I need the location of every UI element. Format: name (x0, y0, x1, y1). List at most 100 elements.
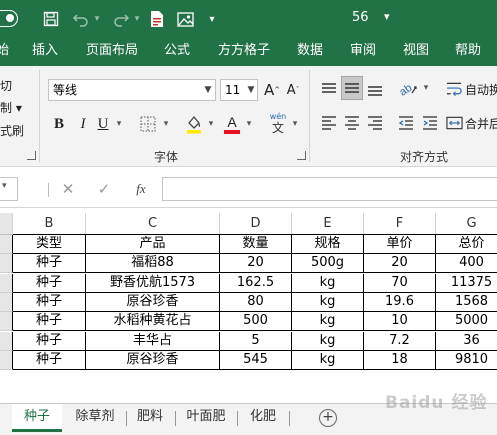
table-cell-type[interactable]: 种子 (13, 292, 86, 312)
tab-data[interactable]: 数据 (297, 38, 323, 66)
chevron-down-icon[interactable]: ▾ (290, 114, 300, 134)
row-header-fragment[interactable] (0, 273, 13, 293)
row-header-fragment[interactable] (0, 292, 13, 312)
table-cell-spec[interactable]: kg (292, 292, 364, 312)
row-header-fragment[interactable] (0, 331, 13, 351)
tab-home[interactable]: 始 (0, 38, 9, 66)
increase-indent-icon[interactable] (419, 112, 441, 134)
italic-button[interactable]: I (74, 114, 92, 134)
save-icon[interactable] (42, 9, 60, 29)
align-center-icon[interactable] (341, 112, 363, 134)
column-header-G[interactable]: G (436, 213, 497, 234)
column-header-E[interactable]: E (292, 213, 364, 234)
align-middle-icon[interactable] (341, 76, 363, 100)
table-cell-total-price[interactable]: 5000 (436, 312, 497, 332)
align-right-icon[interactable] (364, 112, 386, 134)
tab-view[interactable]: 视图 (403, 38, 429, 66)
table-cell-quantity[interactable]: 545 (220, 350, 292, 370)
table-cell-spec[interactable]: 500g (292, 254, 364, 274)
font-dialog-launcher-icon[interactable] (297, 151, 306, 160)
table-cell-total-price[interactable]: 400 (436, 254, 497, 274)
align-top-icon[interactable] (318, 78, 340, 100)
table-cell-product[interactable]: 福稻88 (86, 254, 220, 274)
insert-function-button[interactable]: fx (130, 179, 152, 199)
table-cell-quantity[interactable]: 162.5 (220, 273, 292, 293)
decrease-font-size-button[interactable]: Aˇ (284, 80, 302, 100)
table-header-type[interactable]: 类型 (13, 235, 86, 254)
font-color-icon[interactable]: A (222, 112, 242, 136)
picture-icon[interactable] (176, 9, 194, 29)
formula-input[interactable] (162, 177, 497, 201)
table-header-unit-price[interactable]: 单价 (364, 235, 436, 254)
table-cell-unit-price[interactable]: 18 (364, 350, 436, 370)
table-cell-product[interactable]: 原谷珍香 (86, 292, 220, 312)
table-cell-spec[interactable]: kg (292, 350, 364, 370)
document-icon[interactable] (148, 9, 166, 29)
bold-button[interactable]: B (50, 114, 68, 134)
font-name-select[interactable]: 等线 (48, 79, 216, 101)
table-cell-unit-price[interactable]: 20 (364, 254, 436, 274)
sheet-tab-herbicide[interactable]: 除草剂 (66, 404, 124, 432)
chevron-down-icon[interactable]: ▼ (200, 80, 216, 100)
undo-dropdown-icon[interactable]: ▾ (92, 9, 102, 29)
tab-review[interactable]: 审阅 (350, 38, 376, 66)
table-header-product[interactable]: 产品 (86, 235, 220, 254)
name-box[interactable]: ▾ (0, 177, 18, 201)
tab-page-layout[interactable]: 页面布局 (86, 38, 138, 66)
tab-help[interactable]: 帮助 (455, 38, 481, 66)
table-cell-unit-price[interactable]: 70 (364, 273, 436, 293)
phonetic-guide-button[interactable]: wén 文 (266, 110, 290, 136)
table-cell-quantity[interactable]: 5 (220, 331, 292, 351)
align-left-icon[interactable] (318, 112, 340, 134)
chevron-down-icon[interactable]: ▾ (205, 114, 217, 134)
merge-center-button[interactable]: 合并后 (446, 112, 497, 134)
undo-icon[interactable] (70, 9, 92, 29)
decrease-indent-icon[interactable] (395, 112, 417, 134)
cut-button[interactable]: 切 (0, 76, 12, 94)
table-cell-spec[interactable]: kg (292, 331, 364, 351)
table-cell-type[interactable]: 种子 (13, 254, 86, 274)
chevron-down-icon[interactable]: ▾ (2, 181, 7, 191)
column-header-B[interactable]: B (13, 213, 86, 234)
table-header-spec[interactable]: 规格 (292, 235, 364, 254)
increase-font-size-button[interactable]: A ^ (264, 80, 280, 100)
table-cell-total-price[interactable]: 1568 (436, 293, 497, 312)
table-cell-type[interactable]: 种子 (13, 331, 86, 351)
table-cell-unit-price[interactable]: 19.6 (364, 292, 436, 312)
column-header-C[interactable]: C (86, 213, 220, 234)
chevron-down-icon[interactable]: ▾ (243, 114, 255, 134)
table-cell-total-price[interactable]: 9810 (436, 351, 497, 370)
title-dropdown-icon[interactable]: ▾ (384, 10, 390, 23)
redo-dropdown-icon[interactable]: ▾ (132, 9, 142, 29)
confirm-icon[interactable]: ✓ (94, 179, 114, 199)
tab-insert[interactable]: 插入 (32, 38, 58, 66)
column-header-D[interactable]: D (220, 213, 292, 234)
add-sheet-button[interactable]: + (319, 409, 337, 427)
table-cell-quantity[interactable]: 20 (220, 254, 292, 274)
chevron-down-icon[interactable]: ▾ (160, 114, 172, 134)
orientation-icon[interactable]: ab (395, 76, 421, 100)
customize-dropdown-icon[interactable]: ▾ (206, 9, 218, 29)
table-cell-spec[interactable]: kg (292, 273, 364, 293)
chevron-down-icon[interactable]: ▾ (113, 114, 125, 134)
align-bottom-icon[interactable] (364, 78, 386, 100)
row-header-fragment[interactable] (0, 254, 13, 274)
table-cell-spec[interactable]: kg (292, 312, 364, 332)
table-cell-quantity[interactable]: 80 (220, 292, 292, 312)
row-header-fragment[interactable] (0, 235, 13, 254)
column-header-F[interactable]: F (364, 213, 436, 234)
underline-button[interactable]: U (94, 114, 112, 134)
table-cell-total-price[interactable]: 36 (436, 332, 497, 351)
table-cell-type[interactable]: 种子 (13, 350, 86, 370)
table-header-quantity[interactable]: 数量 (220, 235, 292, 254)
chevron-down-icon[interactable]: ▾ (421, 79, 431, 97)
table-cell-product[interactable]: 野香优航1573 (86, 273, 220, 293)
sheet-tab-seeds[interactable]: 种子 (12, 404, 62, 432)
table-cell-unit-price[interactable]: 7.2 (364, 331, 436, 351)
row-header-fragment[interactable] (0, 350, 13, 370)
wrap-text-button[interactable]: 自动换 (446, 78, 497, 100)
table-cell-quantity[interactable]: 500 (220, 312, 292, 332)
clipboard-dialog-launcher-icon[interactable] (27, 151, 36, 160)
format-painter-button[interactable]: 式刷 (0, 121, 24, 139)
table-cell-unit-price[interactable]: 10 (364, 312, 436, 332)
